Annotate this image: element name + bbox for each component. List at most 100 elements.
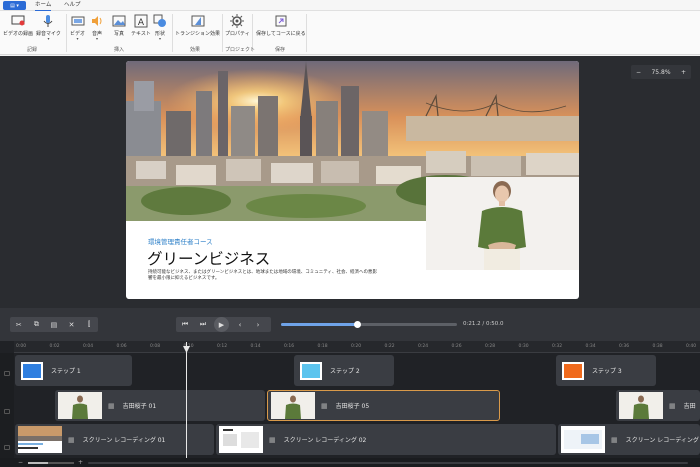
- video-clip[interactable]: ▦ 吉田: [616, 390, 700, 421]
- insert-shape-button[interactable]: 形状 ▾: [153, 14, 167, 41]
- clip-thumbnail: [561, 426, 605, 453]
- paste-icon[interactable]: ▤: [45, 317, 63, 332]
- timeline-zoom-in-icon[interactable]: +: [78, 459, 83, 466]
- insert-audio-button[interactable]: 音声 ▾: [90, 14, 104, 41]
- ruler-tick-label: 0:00: [16, 344, 27, 349]
- skip-start-icon[interactable]: ⏮: [176, 317, 194, 332]
- group-label-record: 記録: [27, 47, 38, 53]
- timeline-scrollbar[interactable]: [88, 462, 688, 464]
- screen-recording-clip[interactable]: ▦ スクリーン レコーディング: [558, 424, 700, 455]
- step-clip-2[interactable]: ステップ 2: [294, 355, 394, 386]
- zoom-level: 75.8%: [651, 68, 671, 76]
- ruler-tick-label: 0:20: [351, 344, 362, 349]
- group-label-save: 保存: [275, 47, 286, 53]
- ribbon-tab-bar: ▤ ▾ ホーム ヘルプ: [0, 0, 700, 11]
- ribbon-separator: [172, 14, 173, 52]
- step-color-swatch: [21, 361, 43, 380]
- ruler-tick-label: 0:18: [317, 344, 328, 349]
- film-icon: ▦: [669, 401, 676, 410]
- prev-frame-icon[interactable]: ‹: [231, 317, 249, 332]
- properties-button[interactable]: プロパティ: [225, 14, 250, 37]
- insert-photo-button[interactable]: 写真: [112, 14, 126, 37]
- delete-icon[interactable]: ✕: [63, 317, 81, 332]
- video-clip-selected[interactable]: ▦ 吉田桜子 05: [267, 390, 500, 421]
- ruler-tick-label: 0:14: [250, 344, 261, 349]
- scrub-bar[interactable]: [281, 321, 457, 328]
- shape-icon: [153, 14, 166, 27]
- tab-home[interactable]: ホーム: [35, 1, 52, 11]
- insert-text-button[interactable]: A テキスト: [131, 14, 151, 37]
- group-label-effects: 効果: [190, 47, 201, 53]
- canvas-stage: − 75.8% + 環境管理責任者コース グリーンビジネス 持続可能なビジネス、…: [0, 56, 700, 308]
- clip-thumbnail: [58, 392, 102, 419]
- video-clip[interactable]: ▦ 吉田桜子 01: [55, 390, 265, 421]
- ruler-tick-label: 0:16: [284, 344, 295, 349]
- time-readout: 0:21.2 / 0:50.0: [463, 321, 504, 327]
- svg-text:A: A: [138, 18, 145, 28]
- video-icon: [71, 16, 84, 26]
- ruler-tick-label: 0:04: [83, 344, 94, 349]
- timeline-zoom-bar: − +: [0, 458, 700, 467]
- slide-description: 持続可能なビジネス、またはグリーンビジネスとは、地球または地域の環境、コミュニテ…: [148, 270, 378, 281]
- playback-controls: ⏮ ⏭ ▶ ‹ ›: [176, 317, 271, 332]
- ruler-tick-label: 0:28: [485, 344, 496, 349]
- ruler-tick-label: 0:02: [49, 344, 60, 349]
- track-lock-icon[interactable]: [4, 445, 10, 450]
- film-icon: ▦: [269, 435, 276, 444]
- slide-preview[interactable]: 環境管理責任者コース グリーンビジネス 持続可能なビジネス、またはグリーンビジネ…: [126, 61, 579, 299]
- scrub-handle[interactable]: [353, 321, 361, 328]
- edit-tools: ✂ ⧉ ▤ ✕ ⫿: [10, 317, 98, 332]
- ruler-tick-label: 0:34: [585, 344, 596, 349]
- record-mic-button[interactable]: 録音マイク ▾: [36, 14, 61, 41]
- cut-icon[interactable]: ✂: [10, 317, 28, 332]
- clip-thumbnail: [18, 426, 62, 453]
- track-lock-icon[interactable]: [4, 371, 10, 376]
- zoom-out-button[interactable]: −: [636, 69, 641, 76]
- slide-course-label: 環境管理責任者コース: [148, 238, 213, 246]
- file-menu-button[interactable]: ▤ ▾: [3, 1, 26, 10]
- image-icon: [112, 15, 126, 27]
- insert-video-button[interactable]: ビデオ ▾: [70, 14, 85, 41]
- record-video-button[interactable]: ビデオの録画: [3, 14, 33, 37]
- step-clip-1[interactable]: ステップ 1: [15, 355, 132, 386]
- timeline-zoom-out-icon[interactable]: −: [18, 459, 23, 466]
- step-color-swatch: [562, 361, 584, 380]
- save-exit-icon: [275, 15, 287, 27]
- ruler-tick-label: 0:08: [150, 344, 161, 349]
- group-label-insert: 挿入: [114, 47, 125, 53]
- tab-help[interactable]: ヘルプ: [64, 1, 81, 11]
- group-label-project: プロジェクト: [225, 47, 256, 53]
- film-icon: ▦: [611, 435, 618, 444]
- clip-thumbnail: [219, 426, 263, 453]
- presenter-image: [426, 177, 579, 270]
- split-icon[interactable]: ⫿: [80, 317, 98, 332]
- ruler-tick-label: 0:22: [384, 344, 395, 349]
- transition-effect-button[interactable]: トランジション効果: [175, 14, 220, 37]
- screen-recording-clip[interactable]: ▦ スクリーン レコーディング 01: [15, 424, 214, 455]
- skip-end-icon[interactable]: ⏭: [194, 317, 212, 332]
- gear-icon: [230, 14, 245, 28]
- step-clip-3[interactable]: ステップ 3: [556, 355, 656, 386]
- timeline-ruler[interactable]: 0:000:020:040:060:080:100:120:140:160:18…: [14, 341, 700, 353]
- ruler-tick-label: 0:26: [451, 344, 462, 349]
- track-gutter: [0, 353, 14, 467]
- film-icon: ▦: [321, 401, 328, 410]
- ruler-tick-label: 0:30: [518, 344, 529, 349]
- transition-icon: [191, 15, 204, 27]
- timeline-zoom-slider[interactable]: [28, 462, 74, 464]
- playhead-line[interactable]: [186, 342, 187, 465]
- presenter-video-overlay[interactable]: [426, 177, 579, 270]
- track-lock-icon[interactable]: [4, 409, 10, 414]
- next-frame-icon[interactable]: ›: [249, 317, 267, 332]
- film-icon: ▦: [68, 435, 75, 444]
- save-return-button[interactable]: 保存してコースに戻る: [256, 14, 306, 37]
- copy-icon[interactable]: ⧉: [28, 317, 46, 332]
- film-icon: ▦: [108, 401, 115, 410]
- screen-recording-clip[interactable]: ▦ スクリーン レコーディング 02: [216, 424, 556, 455]
- play-button[interactable]: ▶: [214, 317, 229, 332]
- zoom-in-button[interactable]: +: [681, 69, 686, 76]
- ruler-tick-label: 0:40: [686, 344, 697, 349]
- zoom-control: − 75.8% +: [631, 65, 691, 79]
- step-color-swatch: [300, 361, 322, 380]
- ribbon-separator: [222, 14, 223, 52]
